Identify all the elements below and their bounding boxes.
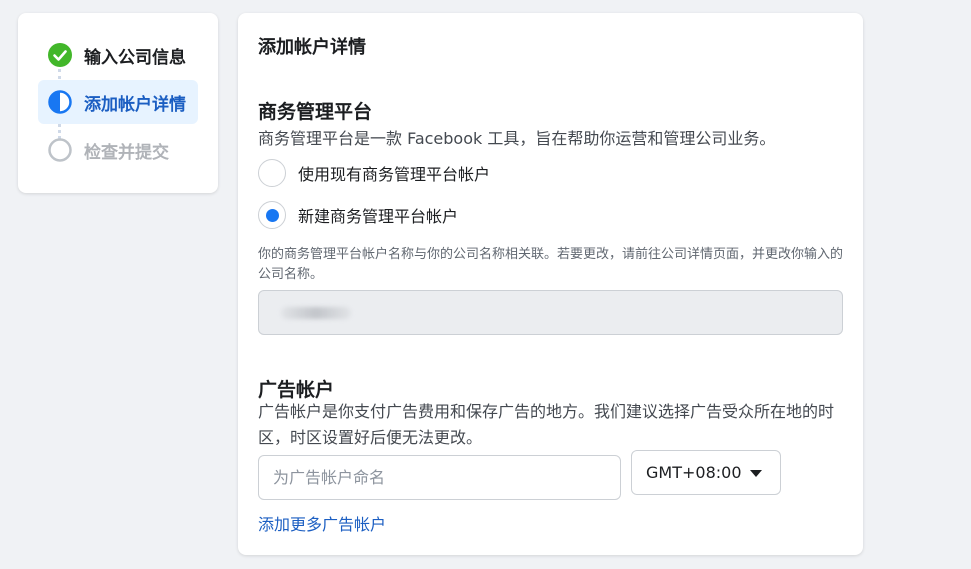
caret-down-icon <box>750 470 762 477</box>
add-more-ad-accounts-link[interactable]: 添加更多广告帐户 <box>258 511 386 535</box>
redacted-business-name <box>281 307 351 319</box>
business-name-field <box>258 290 843 335</box>
radio-button[interactable] <box>258 159 286 187</box>
step-label: 输入公司信息 <box>84 47 186 68</box>
ad-account-description: 广告帐户是你支付广告费用和保存广告的地方。我们建议选择广告受众所在地的时区，时区… <box>258 402 835 447</box>
page-title: 添加帐户详情 <box>258 37 366 58</box>
ad-account-name-input[interactable] <box>258 455 621 500</box>
radio-label: 新建商务管理平台帐户 <box>298 207 459 226</box>
step-account-details[interactable]: 添加帐户详情 <box>38 80 198 124</box>
account-details-card: 添加帐户详情 商务管理平台 商务管理平台是一款 Facebook 工具，旨在帮助… <box>238 13 863 555</box>
ad-account-heading: 广告帐户 <box>258 379 335 401</box>
step-label: 添加帐户详情 <box>84 94 186 115</box>
half-circle-icon <box>48 90 72 114</box>
timezone-value: GMT+08:00 <box>646 463 742 482</box>
radio-label: 使用现有商务管理平台帐户 <box>298 165 491 184</box>
step-company-info[interactable]: 输入公司信息 <box>38 33 198 77</box>
create-new-business-radio[interactable]: 新建商务管理平台帐户 <box>258 200 458 230</box>
progress-stepper: 输入公司信息 添加帐户详情 检查并提交 <box>18 13 218 193</box>
business-manager-heading: 商务管理平台 <box>258 101 373 123</box>
timezone-select[interactable]: GMT+08:00 <box>631 450 781 495</box>
business-name-note: 你的商务管理平台帐户名称与你的公司名称相关联。若要更改，请前往公司详情页面，并更… <box>258 247 844 282</box>
step-review-submit: 检查并提交 <box>38 128 198 172</box>
empty-circle-icon <box>48 138 72 162</box>
radio-button-checked[interactable] <box>258 201 286 229</box>
check-circle-icon <box>48 43 72 67</box>
use-existing-business-radio[interactable]: 使用现有商务管理平台帐户 <box>258 158 490 188</box>
step-label: 检查并提交 <box>84 142 169 163</box>
business-manager-description: 商务管理平台是一款 Facebook 工具，旨在帮助你运营和管理公司业务。 <box>258 129 776 148</box>
